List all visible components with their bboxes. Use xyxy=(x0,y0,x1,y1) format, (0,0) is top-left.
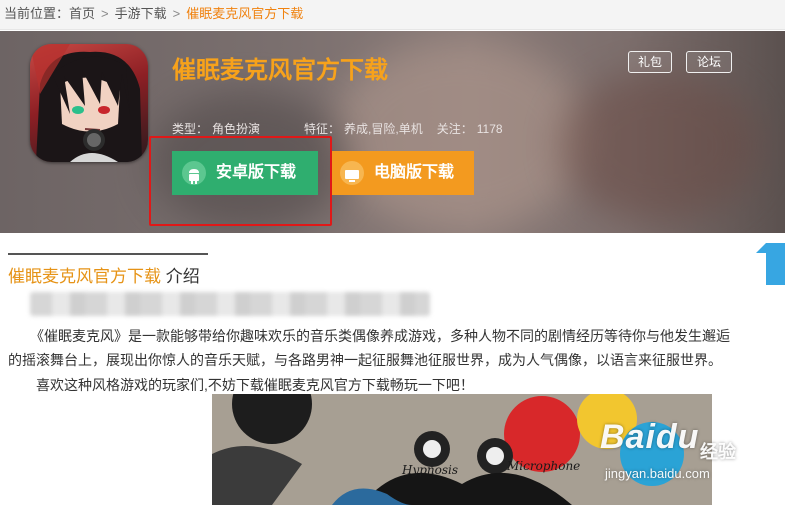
intro-paragraph-1: 《催眠麦克风》是一款能够带给你趣味欢乐的音乐类偶像养成游戏，多种人物不同的剧情经… xyxy=(30,328,730,344)
game-promo-image: Hypnosis Microphone xyxy=(212,394,712,505)
feature-value: 养成,冒险,单机 xyxy=(344,122,423,136)
breadcrumb-current: 催眠麦克风官方下载 xyxy=(186,6,304,21)
art-logo-left: Hypnosis xyxy=(401,463,458,477)
game-meta: 类型： 角色扮演 特征： 养成,冒险,单机 关注： 1178 xyxy=(172,120,507,137)
section-divider xyxy=(8,253,208,255)
pc-download-button[interactable]: 电脑版下载 xyxy=(330,151,474,195)
breadcrumb: 当前位置：首页 > 手游下载 > 催眠麦克风官方下载 xyxy=(0,0,785,30)
side-scroll-tab[interactable] xyxy=(756,243,785,285)
forum-button[interactable]: 论坛 xyxy=(686,51,732,73)
blurred-content xyxy=(30,292,430,316)
breadcrumb-separator: > xyxy=(172,6,181,21)
follow-label: 关注： xyxy=(436,122,473,136)
type-label: 类型： xyxy=(172,122,209,136)
annotation-highlight-box xyxy=(149,136,332,226)
gift-button[interactable]: 礼包 xyxy=(628,51,672,73)
game-character-portrait-icon xyxy=(30,44,142,162)
intro-paragraph-2: 的摇滚舞台上，展现出你惊人的音乐天赋，与各路男神一起征服舞池征服世界，成为人气偶… xyxy=(8,352,722,368)
breadcrumb-separator: > xyxy=(101,6,109,21)
intro-section-title: 催眠麦克风官方下载 介绍 xyxy=(8,262,200,287)
type-value: 角色扮演 xyxy=(212,122,261,136)
follow-count: 1178 xyxy=(476,122,503,136)
game-icon xyxy=(30,44,148,162)
game-title: 催眠麦克风官方下载 xyxy=(172,57,388,84)
intro-title-game: 催眠麦克风官方下载 xyxy=(8,267,161,286)
banner-background-art xyxy=(560,71,760,221)
intro-title-suffix: 介绍 xyxy=(165,267,200,286)
hypnosis-microphone-art: Hypnosis Microphone xyxy=(212,394,712,505)
breadcrumb-prefix: 当前位置： xyxy=(4,6,70,21)
monitor-icon xyxy=(340,161,364,185)
breadcrumb-home-link[interactable]: 首页 xyxy=(69,6,95,21)
intro-paragraph-3: 喜欢这种风格游戏的玩家们,不妨下载催眠麦克风官方下载畅玩一下吧！ xyxy=(36,377,474,393)
feature-label: 特征： xyxy=(304,122,341,136)
pc-download-label: 电脑版下载 xyxy=(374,164,455,181)
art-logo-right: Microphone xyxy=(506,459,580,473)
breadcrumb-category-link[interactable]: 手游下载 xyxy=(115,6,167,21)
